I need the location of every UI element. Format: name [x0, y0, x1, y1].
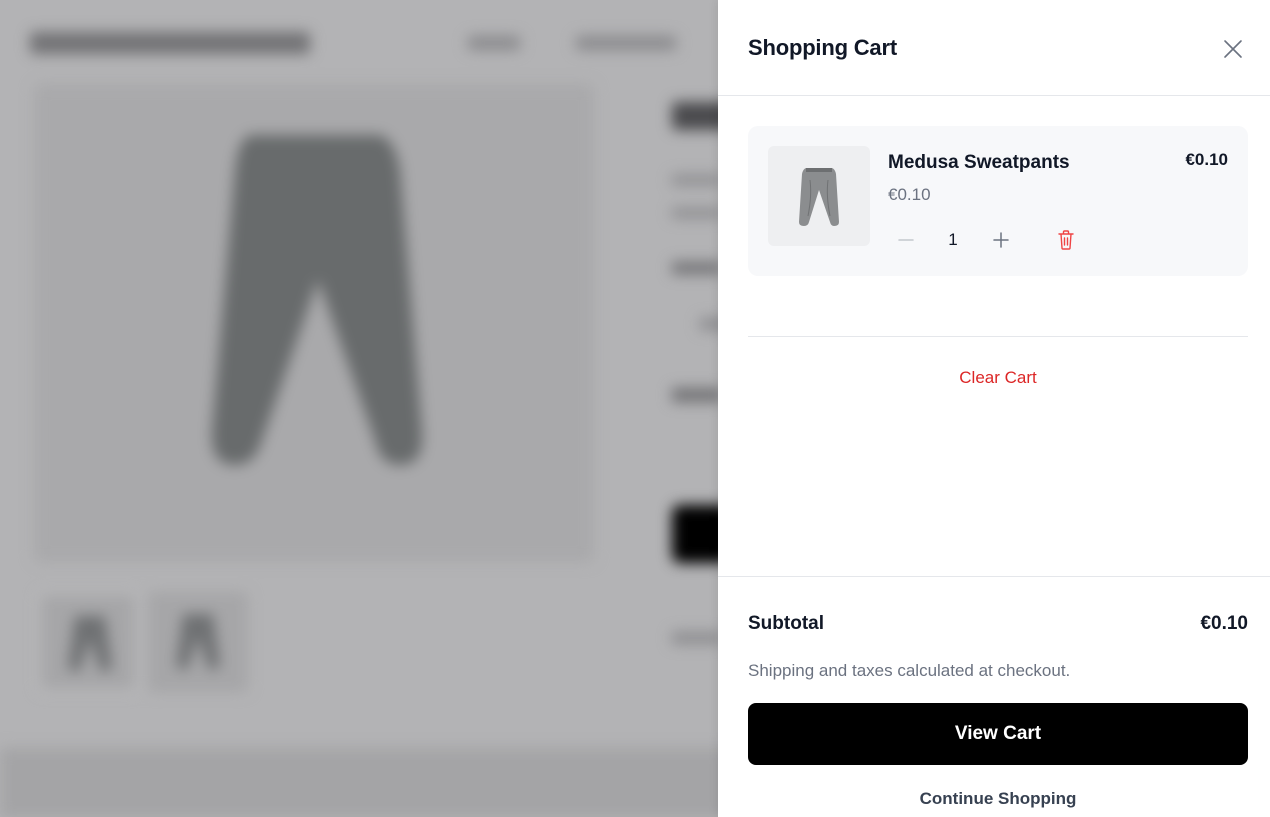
sweatpants-image: [799, 168, 839, 226]
text-blurred: [672, 208, 722, 218]
trash-icon: [1058, 230, 1074, 250]
divider: [748, 336, 1248, 337]
nav-link-blurred: [468, 36, 520, 50]
increase-quantity-button[interactable]: [991, 230, 1011, 250]
remove-item-button[interactable]: [1056, 229, 1076, 251]
text-blurred: [672, 262, 722, 274]
close-icon: [1224, 40, 1242, 58]
quantity-stepper: 1: [888, 226, 1088, 254]
view-cart-button[interactable]: View Cart: [748, 703, 1248, 765]
nav-link-blurred: [576, 36, 676, 50]
cart-summary: Subtotal €0.10 Shipping and taxes calcul…: [718, 576, 1270, 817]
thumbnail-blurred: [148, 592, 248, 692]
cart-drawer-header: Shopping Cart: [718, 0, 1270, 96]
cart-item-unit-price: €0.10: [888, 185, 931, 204]
cart-item: Medusa Sweatpants €0.10 €0.10 1: [748, 126, 1248, 276]
quantity-value: 1: [948, 230, 958, 249]
text-blurred: [672, 632, 722, 644]
product-image-blurred: [211, 135, 423, 465]
thumbnail-blurred: [38, 592, 138, 692]
text-blurred: [672, 388, 722, 402]
subtotal-label: Subtotal: [748, 613, 824, 634]
store-logo-blurred: [30, 32, 310, 54]
cart-title: Shopping Cart: [748, 35, 897, 60]
minus-icon: [898, 239, 914, 241]
clear-cart-button[interactable]: Clear Cart: [748, 368, 1248, 388]
cart-item-image[interactable]: [768, 146, 870, 246]
close-button[interactable]: [1218, 34, 1248, 64]
shipping-note: Shipping and taxes calculated at checkou…: [748, 661, 1071, 680]
continue-shopping-button[interactable]: Continue Shopping: [748, 789, 1248, 809]
plus-icon: [993, 232, 1009, 248]
cart-drawer: Shopping Cart Medusa Sweatpants €0.10 €0…: [718, 0, 1270, 817]
decrease-quantity-button[interactable]: [896, 230, 916, 250]
cart-item-total-price: €0.10: [1185, 150, 1228, 169]
text-blurred: [672, 175, 722, 185]
subtotal-value: €0.10: [1200, 613, 1248, 634]
cart-item-name[interactable]: Medusa Sweatpants: [888, 152, 1070, 174]
